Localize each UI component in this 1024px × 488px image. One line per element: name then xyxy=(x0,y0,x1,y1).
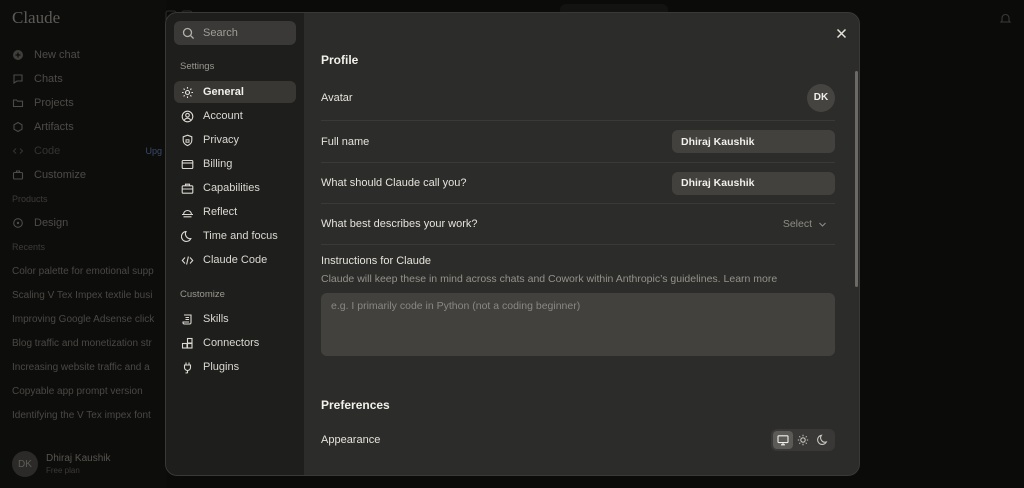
preferences-title: Preferences xyxy=(321,398,390,412)
work-label: What best describes your work? xyxy=(321,218,478,230)
instructions-description: Claude will keep these in mind across ch… xyxy=(321,273,778,285)
bg-products-heading: Products xyxy=(12,194,48,204)
instructions-textarea[interactable]: e.g. I primarily code in Python (not a c… xyxy=(321,293,835,356)
background-sidebar: Claude New chat Chats Projects Artifacts… xyxy=(0,0,166,488)
settings-modal: Search Settings General Account Privacy … xyxy=(165,12,860,476)
bell-icon xyxy=(999,12,1012,25)
avatar[interactable]: DK xyxy=(807,83,835,112)
bg-recent-item: Increasing website traffic and a xyxy=(12,361,150,373)
work-select[interactable]: Select xyxy=(783,218,835,230)
instructions-title: Instructions for Claude xyxy=(321,255,432,267)
bg-nav-new-chat: New chat xyxy=(12,43,162,67)
bg-recent-item: Identifying the V Tex impex font xyxy=(12,409,151,421)
close-button[interactable] xyxy=(833,25,849,41)
plug-icon xyxy=(181,361,194,374)
bg-recent-item: Scaling V Tex Impex textile busi xyxy=(12,289,153,301)
appearance-toggle xyxy=(771,429,835,451)
user-circle-icon xyxy=(181,110,194,123)
customize-nav: Skills Connectors Plugins xyxy=(174,308,296,380)
credit-card-icon xyxy=(181,158,194,171)
app-logo: Claude xyxy=(12,8,61,27)
settings-content: Profile Avatar DK Full name Dhiraj Kaush… xyxy=(304,13,859,475)
bg-nav-design: Design xyxy=(12,211,162,235)
bg-nav-code: Code Upg xyxy=(12,139,162,163)
settings-item-connectors[interactable]: Connectors xyxy=(174,332,296,354)
bg-recent-item: Improving Google Adsense click xyxy=(12,313,155,325)
plus-icon xyxy=(12,49,24,61)
full-name-label: Full name xyxy=(321,135,370,148)
settings-item-skills[interactable]: Skills xyxy=(174,308,296,330)
appearance-light-button[interactable] xyxy=(793,431,813,449)
code-brackets-icon xyxy=(181,254,194,267)
bg-recent-item: Color palette for emotional supp xyxy=(12,265,154,277)
sunrise-icon xyxy=(181,206,194,219)
chat-icon xyxy=(12,73,24,85)
call-you-label: What should Claude call you? xyxy=(321,177,467,189)
briefcase-icon xyxy=(12,169,24,181)
monitor-icon xyxy=(777,435,789,446)
settings-item-capabilities[interactable]: Capabilities xyxy=(174,177,296,199)
settings-search-input[interactable]: Search xyxy=(174,21,296,45)
work-row: What best describes your work? Select xyxy=(321,204,835,245)
settings-nav: General Account Privacy Billing Capabili… xyxy=(174,81,296,273)
scrollbar[interactable] xyxy=(855,71,858,287)
bg-recent-item: Copyable app prompt version xyxy=(12,385,143,397)
moon-icon xyxy=(817,434,828,445)
scroll-icon xyxy=(181,313,194,326)
sun-icon xyxy=(797,434,809,446)
bg-nav-chats: Chats xyxy=(12,67,162,91)
profile-title: Profile xyxy=(321,53,359,67)
shield-lock-icon xyxy=(181,134,194,147)
gear-icon xyxy=(181,86,194,99)
full-name-input[interactable]: Dhiraj Kaushik xyxy=(672,130,835,153)
settings-item-billing[interactable]: Billing xyxy=(174,153,296,175)
call-you-input[interactable]: Dhiraj Kaushik xyxy=(672,171,835,195)
bg-nav-artifacts: Artifacts xyxy=(12,115,162,139)
general-settings: Profile Avatar DK Full name Dhiraj Kaush… xyxy=(321,53,835,458)
bg-user-plan: Free plan xyxy=(46,466,80,475)
bg-user-name: Dhiraj Kaushik xyxy=(46,453,111,464)
artifacts-icon xyxy=(12,121,24,133)
appearance-label: Appearance xyxy=(321,434,381,446)
settings-item-privacy[interactable]: Privacy xyxy=(174,129,296,151)
background-nav: New chat Chats Projects Artifacts Code U… xyxy=(12,43,162,427)
call-you-row: What should Claude call you? Dhiraj Kaus… xyxy=(321,163,835,204)
customize-heading: Customize xyxy=(180,289,225,300)
code-icon xyxy=(12,145,24,157)
settings-sidebar: Search Settings General Account Privacy … xyxy=(166,13,304,475)
bg-recent-item: Blog traffic and monetization str xyxy=(12,337,152,349)
bg-user-menu: DK Dhiraj Kaushik Free plan xyxy=(12,451,110,477)
instructions-section: Instructions for Claude Claude will keep… xyxy=(321,245,835,356)
settings-heading: Settings xyxy=(180,61,215,72)
close-icon xyxy=(836,28,846,38)
search-icon xyxy=(182,27,195,39)
settings-item-general[interactable]: General xyxy=(174,81,296,103)
avatar-row: Avatar DK xyxy=(321,75,835,121)
avatar-label: Avatar xyxy=(321,91,353,104)
bg-recents-heading: Recents xyxy=(12,242,46,252)
appearance-row: Appearance xyxy=(321,422,835,458)
toolbox-icon xyxy=(181,182,194,195)
appearance-system-button[interactable] xyxy=(773,431,793,449)
moon-icon xyxy=(181,230,194,243)
design-icon xyxy=(12,217,24,229)
settings-item-claude-code[interactable]: Claude Code xyxy=(174,249,296,271)
full-name-row: Full name Dhiraj Kaushik xyxy=(321,121,835,163)
settings-item-time-and-focus[interactable]: Time and focus xyxy=(174,225,296,247)
settings-item-account[interactable]: Account xyxy=(174,105,296,127)
settings-item-plugins[interactable]: Plugins xyxy=(174,356,296,378)
connectors-icon xyxy=(181,337,194,350)
folder-icon xyxy=(12,97,24,109)
search-placeholder: Search xyxy=(203,27,238,39)
chevron-down-icon xyxy=(819,222,826,227)
settings-item-reflect[interactable]: Reflect xyxy=(174,201,296,223)
bg-nav-projects: Projects xyxy=(12,91,162,115)
bg-nav-customize: Customize xyxy=(12,163,162,187)
bg-user-avatar: DK xyxy=(12,451,38,477)
appearance-dark-button[interactable] xyxy=(813,431,833,449)
